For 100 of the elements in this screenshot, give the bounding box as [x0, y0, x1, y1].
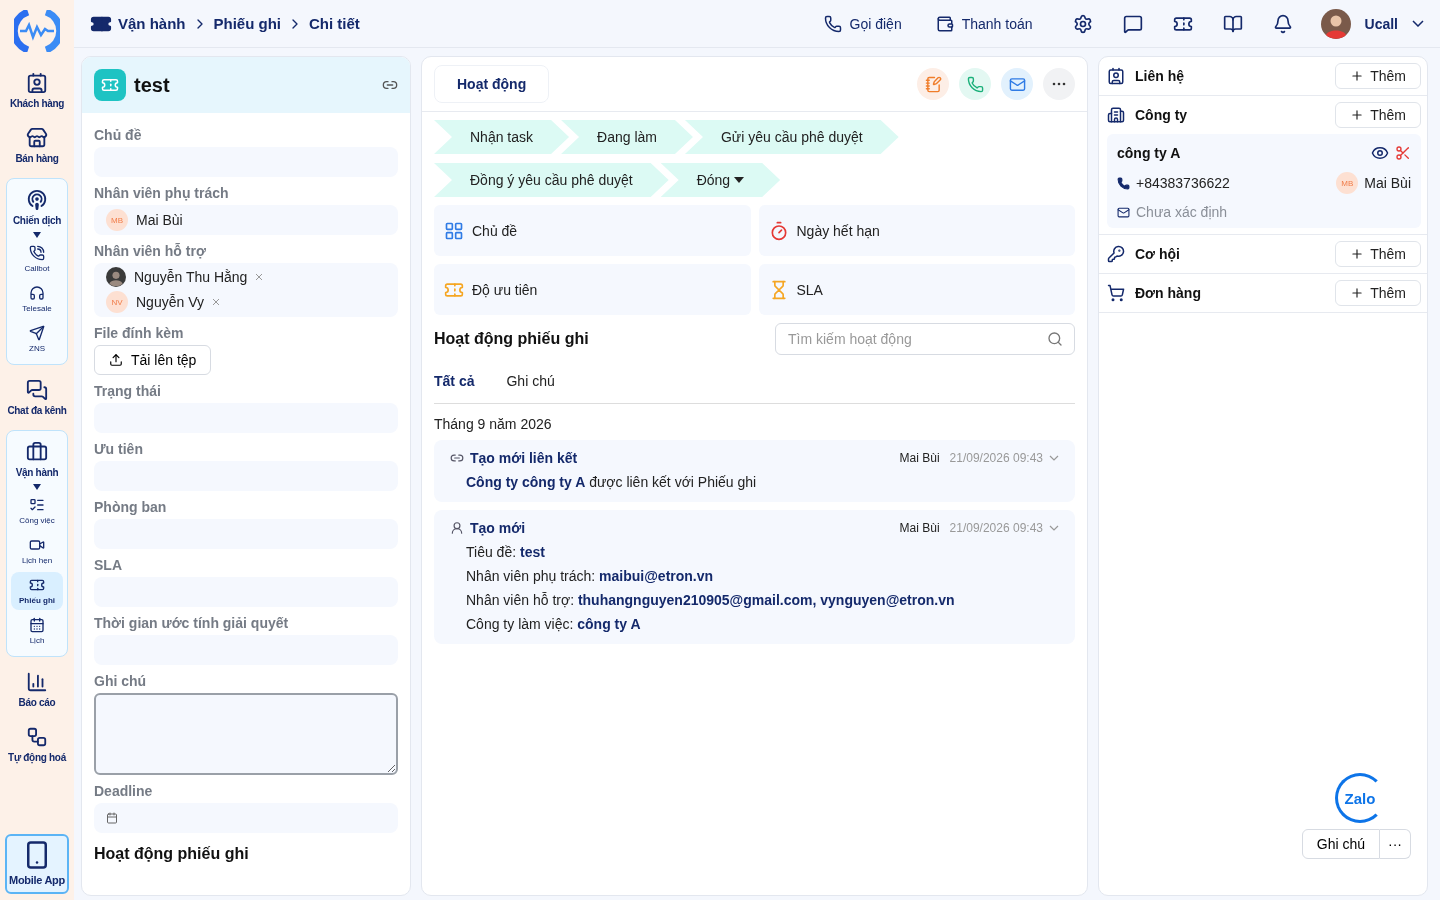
sidebar-subitem[interactable]: Lịch hẹn	[11, 532, 63, 570]
video-icon	[29, 537, 45, 553]
stage-step[interactable]: Gửi yêu cầu phê duyệt	[684, 120, 899, 154]
add-button[interactable]: Thêm	[1335, 63, 1421, 89]
scissors-icon[interactable]	[1395, 145, 1411, 161]
info-label: Độ ưu tiên	[472, 281, 538, 298]
search-field[interactable]: Tìm kiếm hoạt động	[775, 323, 1075, 355]
activity-text: Công ty làm việc: công ty A	[465, 616, 642, 632]
sidebar-subitem[interactable]: Phiếu ghi	[11, 572, 63, 610]
eye-icon[interactable]	[1371, 144, 1389, 162]
grid-icon	[444, 220, 464, 241]
ticket-icon	[29, 577, 45, 593]
activity-text: Tiêu đề: test	[465, 544, 546, 560]
section-title: Cơ hội	[1135, 246, 1181, 262]
caret-icon[interactable]	[33, 232, 41, 238]
building-icon	[1107, 106, 1125, 124]
avatar-initials: MB	[1336, 172, 1359, 194]
caret-icon[interactable]	[33, 484, 41, 490]
activity-text: Nhân viên hỗ trợ: thuhangnguyen210905@gmail.com, vynguyen@etron.vn	[465, 592, 956, 608]
more-button[interactable]	[1043, 68, 1075, 100]
user-avatar	[1320, 8, 1351, 39]
avatar-initials: MB	[106, 209, 128, 231]
remove-icon[interactable]	[211, 298, 220, 306]
add-button[interactable]: Thêm	[1335, 280, 1421, 306]
task-list-icon	[29, 497, 45, 513]
upload-button[interactable]: Tải lên tệp	[94, 345, 212, 375]
message-icon	[1122, 13, 1143, 34]
logo[interactable]	[14, 10, 60, 52]
info-card[interactable]: Chủ đề	[434, 205, 751, 256]
breadcrumb-link[interactable]: Chi tiết	[309, 15, 360, 32]
headphones-icon	[29, 285, 45, 301]
note-button[interactable]: Ghi chú	[1301, 829, 1380, 859]
header-action[interactable]: Thanh toán	[929, 13, 1039, 34]
user-name[interactable]: Ucall	[1364, 15, 1398, 32]
stage-dropdown[interactable]: Đóng	[660, 163, 781, 197]
remove-icon[interactable]	[255, 273, 264, 281]
user-field[interactable]: Nguyễn Thu Hằng NV Nguyễn Vy	[94, 263, 398, 317]
note-button[interactable]	[917, 68, 949, 100]
sidebar-item[interactable]: Khách hàng	[7, 68, 67, 113]
wallet-icon	[935, 14, 954, 33]
sidebar-item[interactable]: Tự động hoá	[6, 722, 68, 767]
header-action[interactable]: Gọi điện	[817, 13, 908, 34]
info-card[interactable]: SLA	[758, 264, 1075, 315]
breadcrumb-link[interactable]: Vận hành	[118, 15, 186, 32]
sidebar-item[interactable]: Vận hành	[13, 437, 61, 482]
more-button[interactable]: ···	[1380, 829, 1411, 859]
phone-icon	[966, 75, 984, 93]
activity-text: Nhân viên phụ trách: maibui@etron.vn	[465, 568, 715, 584]
briefcase-icon	[26, 441, 48, 463]
activity-tab[interactable]: Hoạt động	[434, 65, 550, 103]
store-icon	[26, 127, 48, 149]
sidebar-item[interactable]: Chiến dịch	[10, 185, 64, 230]
chat-bubbles-icon	[26, 379, 48, 401]
sidebar-item[interactable]: Chat đa kênh	[5, 375, 69, 420]
info-label: Chủ đề	[472, 222, 518, 239]
info-card[interactable]: Ngày hết hạn	[758, 205, 1075, 256]
email-button[interactable]	[1001, 68, 1033, 100]
sidebar-subitem[interactable]: Telesale	[11, 280, 63, 318]
sidebar-subitem[interactable]: ZNS	[11, 320, 63, 358]
stage-step[interactable]: Đồng ý yêu cầu phê duyệt	[434, 163, 669, 197]
info-label: SLA	[796, 281, 823, 298]
sidebar-subitem[interactable]: Callbot	[11, 240, 63, 278]
stage-step[interactable]: Đang làm	[561, 120, 693, 154]
breadcrumb-link[interactable]: Phiếu ghi	[213, 15, 281, 32]
plus-icon	[1350, 247, 1365, 261]
contact-card-icon	[26, 72, 48, 94]
sidebar-item[interactable]: Bán hàng	[13, 123, 61, 168]
sidebar-item[interactable]: Báo cáo	[16, 667, 58, 712]
section-title: Công ty	[1135, 107, 1189, 123]
note-textarea[interactable]	[94, 693, 398, 775]
activity-text: Công ty công ty A được liên kết với Phiếu ghi	[465, 474, 758, 490]
mail-icon	[1117, 205, 1130, 219]
add-button[interactable]: Thêm	[1335, 102, 1421, 128]
user-field[interactable]: MB Mai Bùi	[94, 205, 398, 235]
notification-bell-icon	[1272, 13, 1293, 34]
plus-icon	[1350, 69, 1365, 83]
ticket-icon	[94, 69, 126, 101]
filter-tab[interactable]: Tất cả	[434, 373, 475, 389]
plus-icon	[1350, 286, 1365, 300]
chevron-down-icon[interactable]	[1412, 20, 1424, 27]
section-title: Liên hệ	[1135, 68, 1185, 84]
stage-step[interactable]: Nhận task	[434, 120, 570, 154]
sidebar-subitem[interactable]: Công việc	[11, 492, 63, 530]
upload-icon	[109, 353, 123, 367]
info-card[interactable]: Độ ưu tiên	[434, 264, 751, 315]
activity-time: 21/09/2026 09:43	[949, 451, 1043, 465]
date-field[interactable]	[94, 803, 398, 833]
activity-time: 21/09/2026 09:43	[949, 521, 1043, 535]
filter-tab[interactable]: Ghi chú	[506, 373, 555, 389]
company-email: Chưa xác định	[1136, 204, 1229, 220]
section-title: Hoạt động phiếu ghi	[434, 330, 589, 348]
company-name[interactable]: công ty A	[1117, 145, 1365, 161]
field-label: Thời gian ước tính giải quyết	[94, 615, 290, 631]
month-label: Tháng 9 năm 2026	[434, 416, 553, 432]
bar-chart-icon	[26, 671, 48, 693]
call-button[interactable]	[959, 68, 991, 100]
sidebar-subitem[interactable]: Lịch	[11, 612, 63, 650]
add-button[interactable]: Thêm	[1335, 241, 1421, 267]
mobile-app-button[interactable]: Mobile App	[5, 834, 69, 894]
activity-author: Mai Bùi	[899, 451, 940, 465]
